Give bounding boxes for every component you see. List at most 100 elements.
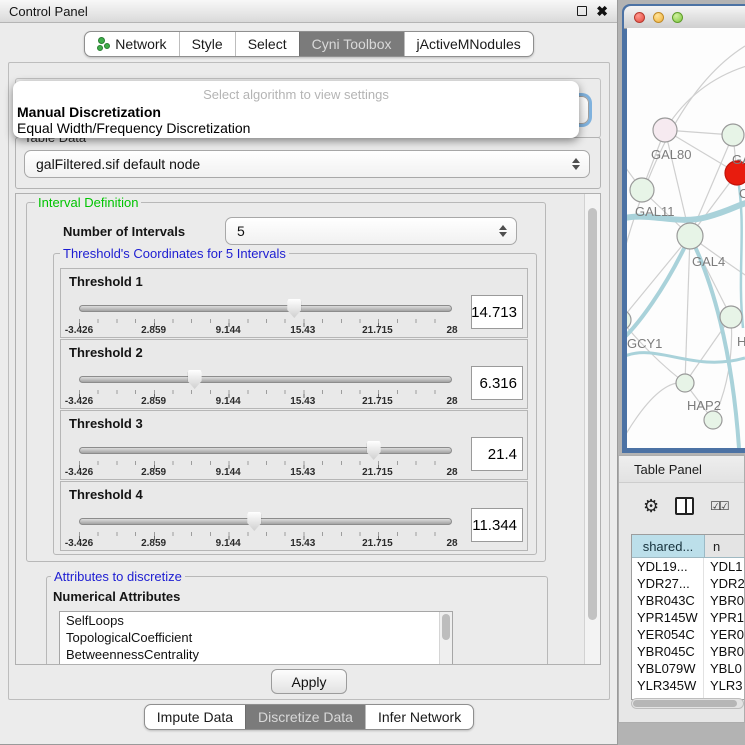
node-label: GCY1 xyxy=(627,336,662,351)
slider-track[interactable] xyxy=(79,305,452,312)
tab-cyni-toolbox[interactable]: Cyni Toolbox xyxy=(299,32,404,56)
numerical-attributes-label: Numerical Attributes xyxy=(53,589,180,604)
slider-tick-labels: -3.426 2.859 9.144 15.43 21.715 28 xyxy=(79,396,452,408)
threshold-2-slider[interactable] xyxy=(79,368,452,392)
node-label: HAP2 xyxy=(687,398,721,413)
tab-style[interactable]: Style xyxy=(179,32,235,56)
tab-discretize-data[interactable]: Discretize Data xyxy=(245,705,365,729)
list-item[interactable]: TopologicalCoefficient xyxy=(60,629,452,646)
threshold-1-slider[interactable] xyxy=(79,297,452,321)
number-of-intervals-combobox[interactable]: 5 xyxy=(225,217,517,245)
node-hap2[interactable] xyxy=(676,374,694,392)
list-scrollbar[interactable] xyxy=(439,612,452,665)
number-of-intervals-label: Number of Intervals xyxy=(63,224,185,239)
table-row[interactable]: YDL19... YDL1 xyxy=(632,558,745,575)
node-gal11[interactable] xyxy=(630,178,654,202)
threshold-4-slider[interactable] xyxy=(79,510,452,534)
node-h[interactable] xyxy=(720,306,742,328)
select-checkboxes-icon[interactable]: ☑☑ xyxy=(710,499,728,513)
network-canvas[interactable]: GAL80 GA C GAL11 GAL4 GCY1 H HAP2 xyxy=(627,28,745,448)
attributes-group-label: Attributes to discretize xyxy=(51,569,185,584)
interval-definition-label: Interval Definition xyxy=(35,195,141,210)
node-label: GAL11 xyxy=(635,204,675,219)
columns-icon[interactable] xyxy=(675,497,694,515)
column-header-name[interactable]: n xyxy=(705,535,745,557)
cyni-toolbox-panel: Discretization Algorithm Select algorith… xyxy=(8,62,610,700)
dropdown-option-manual[interactable]: Manual Discretization xyxy=(17,104,161,120)
slider-tick-labels: -3.426 2.859 9.144 15.43 21.715 28 xyxy=(79,538,452,550)
tab-infer-network[interactable]: Infer Network xyxy=(365,705,473,729)
table-data-value: galFiltered.sif default node xyxy=(36,156,200,172)
table-panel-window: Table Panel ⚙ ☑☑ shared... n YDL19... YD… xyxy=(618,455,745,723)
spinner-icon xyxy=(499,225,507,237)
tab-label: Discretize Data xyxy=(258,709,353,725)
node-ga[interactable] xyxy=(722,124,744,146)
tab-label: jActiveMNodules xyxy=(417,36,521,52)
slider-handle[interactable] xyxy=(367,441,381,460)
table-panel-title: Table Panel xyxy=(619,456,744,483)
control-panel: Control Panel ✖ Network Style Select xyxy=(0,0,618,745)
settings-scrollbar[interactable] xyxy=(584,194,600,664)
slider-track[interactable] xyxy=(79,447,452,454)
threshold-3-panel: Threshold 3 -3.426 2.859 9.144 15.43 xyxy=(60,410,528,480)
slider-handle[interactable] xyxy=(247,512,261,531)
slider-track[interactable] xyxy=(79,518,452,525)
table-data-combobox[interactable]: galFiltered.sif default node xyxy=(24,150,590,178)
network-icon xyxy=(97,37,110,51)
table-row[interactable]: YER054C YER0 xyxy=(632,626,745,643)
table-row[interactable]: YDR27... YDR2 xyxy=(632,575,745,592)
tab-label: Style xyxy=(192,36,223,52)
threshold-coordinates-group: Threshold's Coordinates for 5 Intervals … xyxy=(53,253,537,555)
threshold-3-label: Threshold 3 xyxy=(69,416,143,431)
table-panel-toolbar: ⚙ ☑☑ xyxy=(619,490,744,522)
settings-scroll-panel: Interval Definition Number of Intervals … xyxy=(15,193,601,665)
gear-icon[interactable]: ⚙ xyxy=(643,497,659,515)
table-row[interactable]: YBL079W YBL0 xyxy=(632,660,745,677)
zoom-traffic-light-icon[interactable] xyxy=(672,12,683,23)
slider-tick-labels: -3.426 2.859 9.144 15.43 21.715 28 xyxy=(79,467,452,479)
numerical-attributes-list: SelfLoops TopologicalCoefficient Between… xyxy=(59,611,453,665)
threshold-2-panel: Threshold 2 -3.426 2.859 9.144 15.43 xyxy=(60,339,528,409)
dropdown-option-equal-width[interactable]: Equal Width/Frequency Discretization xyxy=(17,120,250,136)
node-gal4[interactable] xyxy=(677,223,703,249)
threshold-1-value-field[interactable]: 14.713 xyxy=(471,295,523,329)
slider-track[interactable] xyxy=(79,376,452,383)
tab-impute-data[interactable]: Impute Data xyxy=(145,705,245,729)
table-row[interactable]: YLR345W YLR3 xyxy=(632,677,745,694)
column-header-shared-name[interactable]: shared... xyxy=(632,535,705,557)
node-bottom[interactable] xyxy=(704,411,722,429)
float-window-icon[interactable] xyxy=(577,6,587,16)
table-data-group: Table Data galFiltered.sif default node xyxy=(15,137,601,189)
slider-handle[interactable] xyxy=(287,299,301,318)
tab-network[interactable]: Network xyxy=(85,32,178,56)
network-window-titlebar xyxy=(624,6,745,29)
interval-definition-group: Interval Definition Number of Intervals … xyxy=(26,202,546,562)
list-item[interactable]: BetweennessCentrality xyxy=(60,646,452,663)
tab-label: Network xyxy=(115,36,166,52)
threshold-2-label: Threshold 2 xyxy=(69,345,143,360)
tab-label: Cyni Toolbox xyxy=(312,36,392,52)
node-gal80[interactable] xyxy=(653,118,677,142)
table-row[interactable]: YBR043C YBR0 xyxy=(632,592,745,609)
tab-jactivemnodules[interactable]: jActiveMNodules xyxy=(404,32,533,56)
threshold-4-value-field[interactable]: 11.344 xyxy=(471,508,523,542)
threshold-3-value-field[interactable]: 21.4 xyxy=(471,437,523,471)
list-item[interactable]: SelfLoops xyxy=(60,612,452,629)
panel-title: Control Panel xyxy=(9,4,88,19)
apply-button[interactable]: Apply xyxy=(271,669,347,694)
close-traffic-light-icon[interactable] xyxy=(634,12,645,23)
table-horizontal-scrollbar[interactable] xyxy=(631,698,744,709)
threshold-3-slider[interactable] xyxy=(79,439,452,463)
minimize-traffic-light-icon[interactable] xyxy=(653,12,664,23)
node-gcy1[interactable] xyxy=(627,310,631,330)
top-tabbar: Network Style Select Cyni Toolbox jActiv… xyxy=(0,31,618,57)
number-of-intervals-value: 5 xyxy=(237,223,245,239)
tab-select[interactable]: Select xyxy=(235,32,299,56)
table-row[interactable]: YBR045C YBR0 xyxy=(632,643,745,660)
threshold-2-value-field[interactable]: 6.316 xyxy=(471,366,523,400)
slider-handle[interactable] xyxy=(188,370,202,389)
close-icon[interactable]: ✖ xyxy=(596,4,608,18)
table-row[interactable]: YPR145W YPR1 xyxy=(632,609,745,626)
control-panel-titlebar: Control Panel ✖ xyxy=(0,0,617,23)
network-view-window: GAL80 GA C GAL11 GAL4 GCY1 H HAP2 xyxy=(622,4,745,453)
